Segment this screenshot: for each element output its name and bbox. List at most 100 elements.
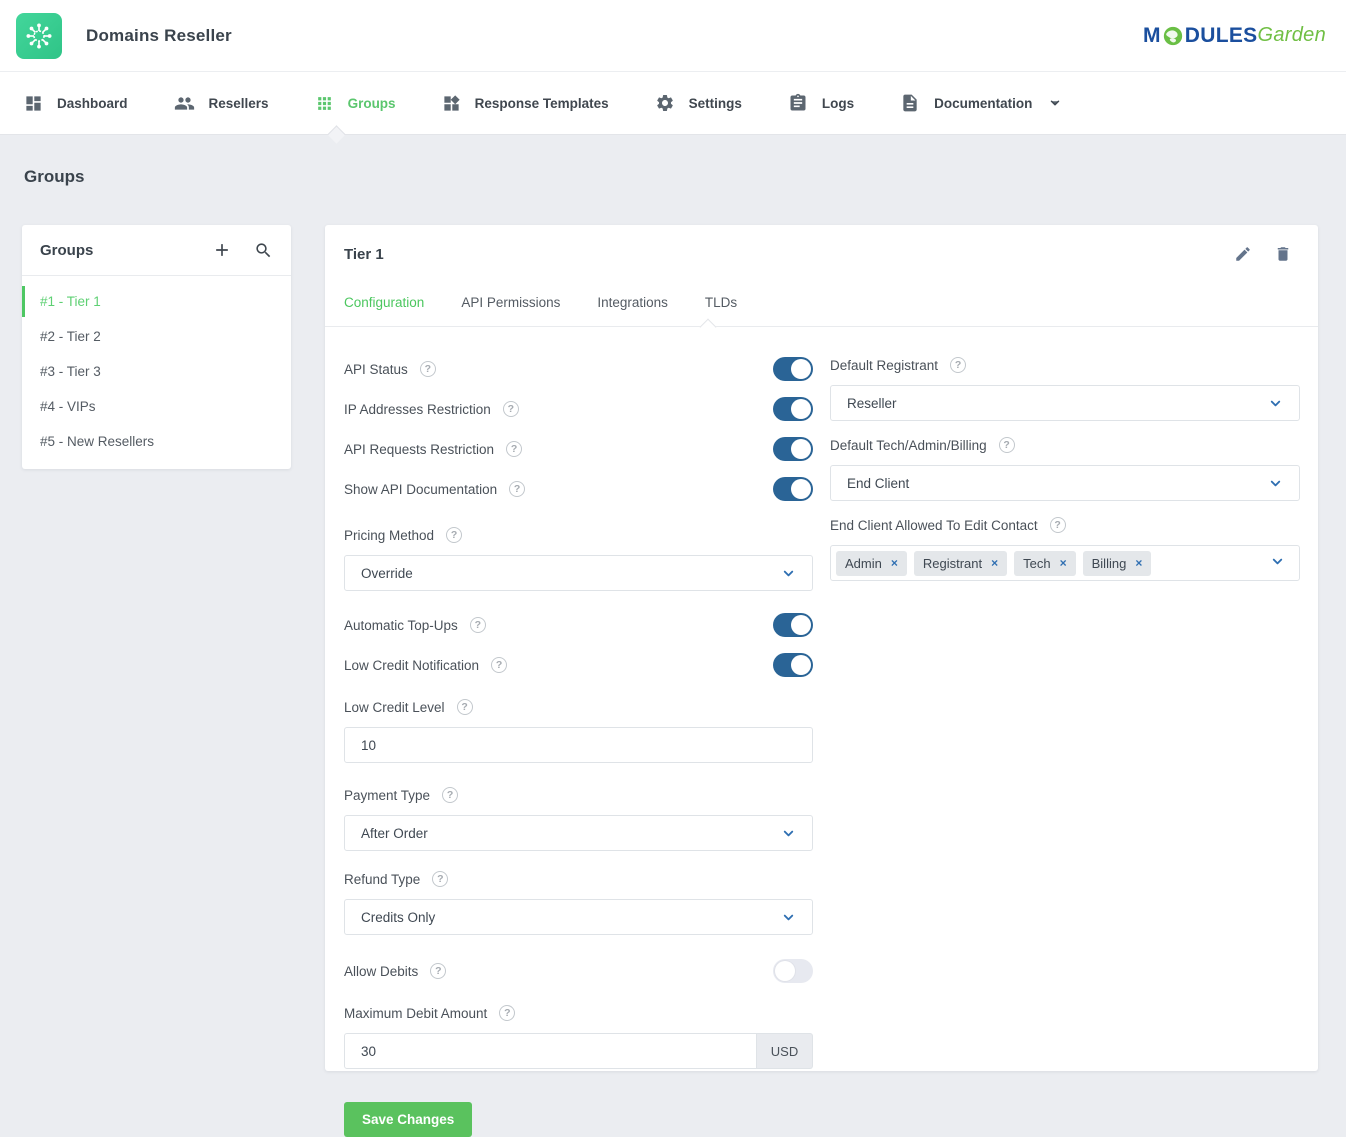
detail-tabs: Configuration API Permissions Integratio… [325, 277, 1318, 327]
default-registrant-select[interactable]: Reseller [830, 385, 1300, 421]
nav-label: Response Templates [475, 96, 609, 111]
end-client-contacts-multiselect[interactable]: Admin × Registrant × Tech × Billing [830, 545, 1300, 581]
tag-label: Tech [1023, 556, 1050, 571]
allow-debits-label: Allow Debits [344, 964, 418, 979]
app-header: Domains Reseller M DULES Garden [0, 0, 1346, 72]
low-credit-notification-toggle[interactable] [773, 653, 813, 677]
show-api-doc-label: Show API Documentation [344, 482, 497, 497]
selected-value: Override [361, 566, 413, 581]
help-icon[interactable]: ? [503, 401, 519, 417]
remove-tag-icon[interactable]: × [1135, 557, 1142, 569]
end-client-contacts-field: End Client Allowed To Edit Contact ? Adm… [830, 517, 1300, 581]
selected-value: End Client [847, 476, 909, 491]
allow-debits-toggle[interactable] [773, 959, 813, 983]
currency-suffix: USD [757, 1033, 813, 1069]
group-detail-panel: Tier 1 Configuration API Permissions Int… [325, 225, 1318, 1071]
default-tech-admin-billing-label: Default Tech/Admin/Billing [830, 438, 987, 453]
automatic-topups-label: Automatic Top-Ups [344, 618, 458, 633]
pricing-method-select[interactable]: Override [344, 555, 813, 591]
default-registrant-label: Default Registrant [830, 358, 938, 373]
default-tech-admin-billing-field: Default Tech/Admin/Billing ? End Client [830, 437, 1300, 501]
help-icon[interactable]: ? [491, 657, 507, 673]
help-icon[interactable]: ? [457, 699, 473, 715]
nav-item-documentation[interactable]: Documentation [886, 72, 1076, 134]
nav-item-logs[interactable]: Logs [774, 72, 868, 134]
brand-text-dules: DULES [1185, 24, 1258, 48]
nav-item-settings[interactable]: Settings [641, 72, 756, 134]
brand-text-m: M [1143, 24, 1161, 48]
nav-item-resellers[interactable]: Resellers [160, 72, 283, 134]
maximum-debit-amount-input[interactable] [361, 1044, 740, 1059]
tag-label: Billing [1092, 556, 1127, 571]
group-detail-title: Tier 1 [344, 246, 1212, 263]
help-icon[interactable]: ? [442, 787, 458, 803]
nav-item-dashboard[interactable]: Dashboard [10, 72, 142, 134]
help-icon[interactable]: ? [430, 963, 446, 979]
chevron-down-icon [1270, 554, 1285, 572]
api-requests-toggle[interactable] [773, 437, 813, 461]
list-item-group-5[interactable]: #5 - New Resellers [22, 424, 291, 459]
search-groups-button[interactable] [254, 241, 273, 260]
list-item-group-3[interactable]: #3 - Tier 3 [22, 354, 291, 389]
tag-label: Registrant [923, 556, 982, 571]
selected-value: Reseller [847, 396, 897, 411]
edit-group-button[interactable] [1234, 245, 1252, 263]
ip-restriction-toggle[interactable] [773, 397, 813, 421]
help-icon[interactable]: ? [432, 871, 448, 887]
help-icon[interactable]: ? [506, 441, 522, 457]
api-requests-label: API Requests Restriction [344, 442, 494, 457]
show-api-doc-toggle[interactable] [773, 477, 813, 501]
nav-item-groups[interactable]: Groups [301, 72, 410, 134]
api-status-row: API Status ? [344, 357, 813, 381]
ip-restriction-row: IP Addresses Restriction ? [344, 397, 813, 421]
tag-billing: Billing × [1083, 551, 1152, 576]
document-icon [900, 93, 920, 113]
search-icon [254, 241, 273, 260]
tab-api-permissions[interactable]: API Permissions [461, 285, 560, 326]
app-title: Domains Reseller [86, 26, 232, 46]
low-credit-level-field: Low Credit Level ? [344, 699, 813, 763]
help-icon[interactable]: ? [950, 357, 966, 373]
low-credit-level-label: Low Credit Level [344, 700, 445, 715]
low-credit-notification-label: Low Credit Notification [344, 658, 479, 673]
help-icon[interactable]: ? [1050, 517, 1066, 533]
brand-text-garden: Garden [1257, 24, 1326, 47]
add-group-button[interactable] [212, 240, 232, 260]
remove-tag-icon[interactable]: × [991, 557, 998, 569]
remove-tag-icon[interactable]: × [891, 557, 898, 569]
tag-admin: Admin × [836, 551, 907, 576]
remove-tag-icon[interactable]: × [1060, 557, 1067, 569]
selected-value: After Order [361, 826, 428, 841]
automatic-topups-toggle[interactable] [773, 613, 813, 637]
nav-label: Logs [822, 96, 854, 111]
payment-type-field: Payment Type ? After Order [344, 787, 813, 851]
low-credit-notification-row: Low Credit Notification ? [344, 653, 813, 677]
save-changes-button[interactable]: Save Changes [344, 1102, 472, 1137]
tab-integrations[interactable]: Integrations [597, 285, 668, 326]
ip-restriction-label: IP Addresses Restriction [344, 402, 491, 417]
chevron-down-icon [1268, 396, 1283, 411]
help-icon[interactable]: ? [509, 481, 525, 497]
list-item-group-2[interactable]: #2 - Tier 2 [22, 319, 291, 354]
delete-group-button[interactable] [1274, 245, 1292, 263]
low-credit-level-input[interactable] [361, 738, 796, 753]
list-item-group-4[interactable]: #4 - VIPs [22, 389, 291, 424]
gear-icon [655, 93, 675, 113]
help-icon[interactable]: ? [420, 361, 436, 377]
default-tech-admin-billing-select[interactable]: End Client [830, 465, 1300, 501]
refund-type-label: Refund Type [344, 872, 420, 887]
end-client-contacts-label: End Client Allowed To Edit Contact [830, 518, 1038, 533]
refund-type-select[interactable]: Credits Only [344, 899, 813, 935]
help-icon[interactable]: ? [499, 1005, 515, 1021]
api-status-toggle[interactable] [773, 357, 813, 381]
help-icon[interactable]: ? [999, 437, 1015, 453]
chevron-down-icon [1268, 476, 1283, 491]
tab-configuration[interactable]: Configuration [344, 285, 424, 326]
help-icon[interactable]: ? [470, 617, 486, 633]
nav-item-response-templates[interactable]: Response Templates [428, 72, 623, 134]
list-item-group-1[interactable]: #1 - Tier 1 [22, 284, 291, 319]
help-icon[interactable]: ? [446, 527, 462, 543]
tag-label: Admin [845, 556, 882, 571]
payment-type-select[interactable]: After Order [344, 815, 813, 851]
tag-registrant: Registrant × [914, 551, 1007, 576]
